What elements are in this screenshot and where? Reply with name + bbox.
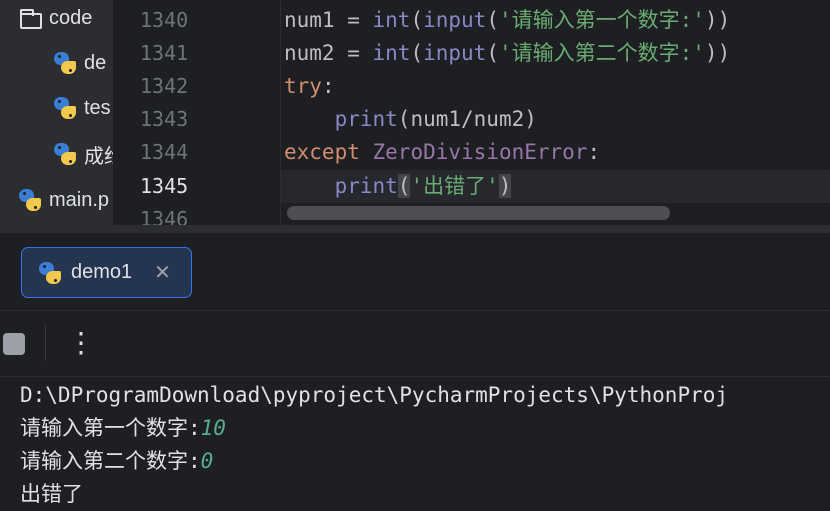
code-token: (num1/num2)	[397, 107, 537, 131]
console-prompt: 请输入第二个数字:	[20, 449, 201, 473]
code-string: '请输入第一个数字:'	[498, 8, 705, 32]
project-tree: code de tes 成绉 main.p	[0, 0, 113, 225]
line-number: 1341	[140, 41, 189, 65]
console-command-line: D:\DProgramDownload\pyproject\PycharmPro…	[20, 383, 729, 407]
code-line: num2 = int(input('请输入第二个数字:'))	[284, 37, 730, 70]
line-number: 1344	[140, 140, 189, 164]
code-class: ZeroDivisionError	[372, 140, 588, 164]
code-editor[interactable]: num1 = int(input('请输入第一个数字:')) num2 = in…	[284, 0, 830, 225]
code-token: (	[486, 41, 499, 65]
code-string: '出错了'	[410, 174, 499, 198]
code-token: :	[587, 140, 601, 164]
console-user-input: 0	[200, 449, 214, 473]
code-token: =	[334, 8, 373, 32]
panel-divider[interactable]	[0, 225, 830, 233]
code-token: print	[334, 107, 398, 131]
python-icon	[52, 50, 78, 76]
code-line: except ZeroDivisionError:	[284, 136, 600, 169]
code-token: (	[410, 41, 424, 65]
code-line: print(num1/num2)	[284, 103, 537, 136]
console-user-input: 10	[200, 416, 226, 440]
code-token: ))	[704, 8, 731, 32]
python-icon	[52, 95, 78, 121]
python-icon	[52, 141, 78, 167]
line-number: 1343	[140, 107, 189, 131]
code-token: =	[334, 41, 373, 65]
run-panel: demo1 ✕ ⋮ D:\DProgramDownload\pyproject\…	[0, 233, 830, 509]
gutter-separator	[280, 0, 281, 225]
folder-icon	[19, 8, 43, 29]
python-icon	[37, 260, 63, 286]
code-token: num1	[284, 8, 335, 32]
tab-bar-separator	[0, 310, 830, 311]
code-token: int	[372, 8, 411, 32]
close-icon[interactable]: ✕	[154, 260, 171, 285]
console-prompt: 请输入第一个数字:	[20, 416, 201, 440]
matched-paren: (	[397, 174, 411, 198]
toolbar-divider	[45, 325, 46, 361]
console-line: 请输入第一个数字:10	[20, 412, 226, 445]
tree-item-file[interactable]: de	[52, 48, 106, 78]
tree-item-file[interactable]: 成绉	[52, 139, 113, 169]
tree-item-label: code	[49, 6, 93, 29]
stop-icon[interactable]	[3, 333, 25, 355]
more-options-icon[interactable]: ⋮	[67, 325, 95, 361]
current-line-number: 1345	[140, 174, 189, 198]
run-tab-demo1[interactable]: demo1 ✕	[21, 247, 192, 298]
tree-item-main-file[interactable]: main.p	[17, 185, 109, 215]
console-separator	[0, 376, 830, 377]
tree-item-code-folder[interactable]: code	[19, 3, 92, 33]
code-line: try:	[284, 70, 335, 103]
tree-item-label: de	[84, 51, 107, 74]
horizontal-scrollbar[interactable]	[287, 206, 670, 220]
code-keyword: try	[284, 74, 322, 98]
line-number: 1346	[140, 207, 189, 225]
tree-divider[interactable]	[113, 0, 122, 225]
line-number: 1340	[140, 8, 189, 32]
python-icon	[17, 187, 43, 213]
console-line: 请输入第二个数字:0	[20, 445, 213, 478]
code-token: num2	[284, 41, 335, 65]
code-line: num1 = int(input('请输入第一个数字:'))	[284, 4, 730, 37]
code-token: (	[410, 8, 424, 32]
tree-item-label: main.p	[49, 188, 110, 211]
tree-item-label: tes	[84, 96, 111, 119]
console-output: 出错了	[20, 482, 83, 506]
matched-paren: )	[498, 174, 512, 198]
tree-item-file[interactable]: tes	[52, 93, 111, 123]
line-number: 1342	[140, 74, 189, 98]
code-line-current: print('出错了')	[284, 170, 512, 203]
code-token: :	[321, 74, 335, 98]
editor-area: code de tes 成绉 main.p 1340 1341 1342 134…	[0, 0, 830, 225]
code-token: input	[423, 8, 487, 32]
code-token: (	[486, 8, 499, 32]
code-token: int	[372, 41, 411, 65]
code-keyword: except	[284, 140, 360, 164]
line-number-gutter: 1340 1341 1342 1343 1344 1345 1346	[122, 0, 280, 225]
code-token: ))	[704, 41, 731, 65]
run-tab-label: demo1	[71, 261, 133, 283]
tree-item-label: 成绉	[84, 145, 113, 168]
code-string: '请输入第二个数字:'	[498, 41, 705, 65]
code-token: input	[423, 41, 487, 65]
code-token: print	[334, 174, 398, 198]
